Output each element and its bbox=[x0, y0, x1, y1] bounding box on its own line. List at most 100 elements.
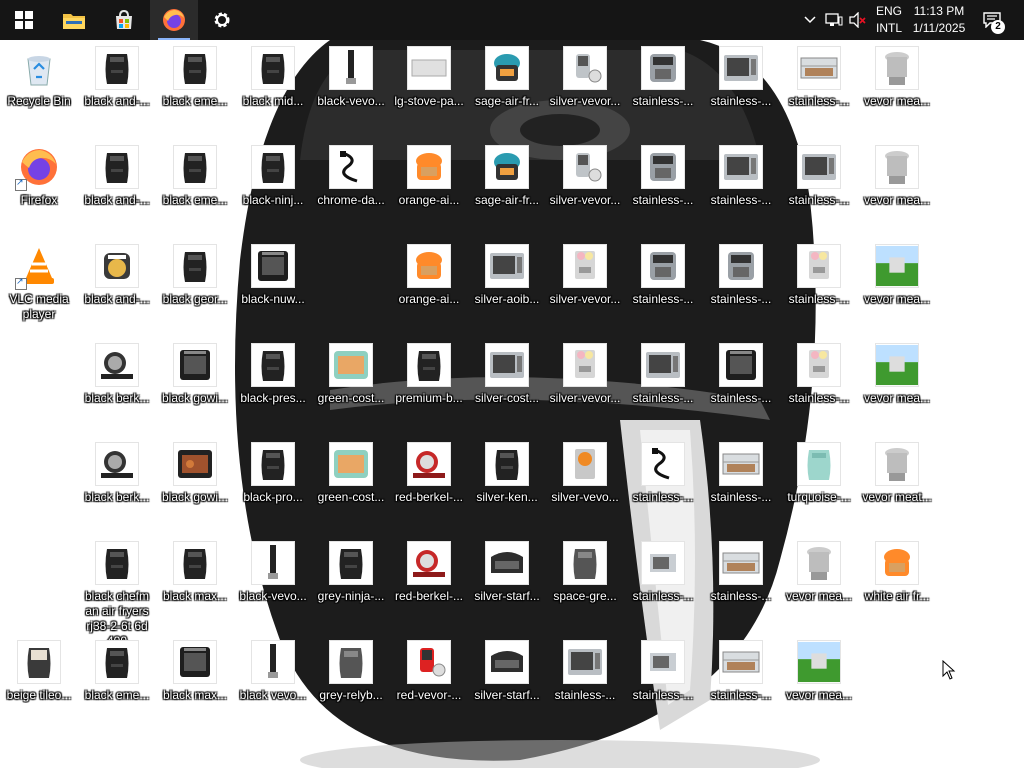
desktop-icon[interactable]: black eme... bbox=[78, 634, 156, 703]
desktop-icon[interactable]: black vevo... bbox=[234, 634, 312, 703]
desktop-icon[interactable]: black max... bbox=[156, 535, 234, 604]
recycle-bin-icon bbox=[17, 46, 61, 90]
desktop-icon[interactable]: sage-air-fr... bbox=[468, 139, 546, 208]
desktop-icon[interactable]: black eme... bbox=[156, 40, 234, 109]
desktop-icon[interactable]: vevor meat... bbox=[858, 436, 936, 505]
network-button[interactable] bbox=[822, 0, 846, 40]
language-indicator[interactable]: ENG INTL bbox=[870, 3, 908, 37]
desktop-icon[interactable]: stainless-... bbox=[624, 238, 702, 307]
desktop-icon[interactable]: black-vevo... bbox=[312, 40, 390, 109]
desktop-icon[interactable]: black eme... bbox=[156, 139, 234, 208]
desktop-icon[interactable]: white air fr... bbox=[858, 535, 936, 604]
desktop-icon[interactable]: silver-vevor... bbox=[546, 238, 624, 307]
desktop-icon[interactable]: stainless-... bbox=[780, 40, 858, 109]
vlc-cone-icon bbox=[15, 244, 61, 290]
desktop-icon[interactable]: stainless-... bbox=[624, 535, 702, 604]
desktop-icon[interactable]: stainless-... bbox=[702, 436, 780, 505]
desktop-icon[interactable]: stainless-... bbox=[624, 139, 702, 208]
desktop-icon[interactable]: black and-... bbox=[78, 139, 156, 208]
image-thumbnail-icon bbox=[407, 46, 451, 90]
microsoft-store-button[interactable] bbox=[100, 0, 148, 40]
image-thumbnail-icon bbox=[563, 442, 607, 486]
desktop-icon[interactable]: chrome-da... bbox=[312, 139, 390, 208]
desktop-icon[interactable]: stainless-... bbox=[546, 634, 624, 703]
desktop-icon[interactable]: vevor mea... bbox=[780, 634, 858, 703]
firefox-taskbar-button[interactable] bbox=[150, 0, 198, 40]
desktop-icon[interactable]: vevor mea... bbox=[858, 238, 936, 307]
desktop-icon[interactable]: turquoise-... bbox=[780, 436, 858, 505]
desktop-icon[interactable]: black gowi... bbox=[156, 436, 234, 505]
desktop-icon[interactable]: green-cost... bbox=[312, 337, 390, 406]
desktop-icon[interactable]: silver-aoib... bbox=[468, 238, 546, 307]
desktop-icon[interactable]: black berk... bbox=[78, 337, 156, 406]
desktop-icon[interactable]: vevor mea... bbox=[858, 337, 936, 406]
desktop-icon[interactable]: stainless-... bbox=[702, 634, 780, 703]
desktop-icon[interactable]: vevor mea... bbox=[858, 40, 936, 109]
desktop-icon[interactable]: stainless-... bbox=[702, 535, 780, 604]
notification-center-button[interactable] bbox=[978, 0, 1006, 40]
desktop-icon[interactable]: silver-starf... bbox=[468, 634, 546, 703]
desktop-icon[interactable]: stainless-... bbox=[780, 238, 858, 307]
desktop-icon[interactable]: space-gre... bbox=[546, 535, 624, 604]
desktop-icon[interactable]: silver-cost... bbox=[468, 337, 546, 406]
desktop-icon[interactable]: silver-vevor... bbox=[546, 337, 624, 406]
desktop-icon[interactable]: orange-ai... bbox=[390, 238, 468, 307]
desktop-icon[interactable]: black gowi... bbox=[156, 337, 234, 406]
desktop-icon[interactable]: black and-... bbox=[78, 40, 156, 109]
desktop-icon[interactable]: black geor... bbox=[156, 238, 234, 307]
desktop-icon[interactable]: stainless-... bbox=[702, 40, 780, 109]
clock[interactable]: 11:13 PM 1/11/2025 bbox=[908, 3, 970, 37]
image-thumbnail-icon bbox=[797, 442, 841, 486]
desktop-icon[interactable]: stainless-... bbox=[702, 337, 780, 406]
desktop-icon[interactable]: black berk... bbox=[78, 436, 156, 505]
desktop-icon[interactable]: green-cost... bbox=[312, 436, 390, 505]
desktop-icon[interactable]: black mid... bbox=[234, 40, 312, 109]
desktop-icon[interactable]: vevor mea... bbox=[780, 535, 858, 604]
desktop-icon[interactable]: black-ninj... bbox=[234, 139, 312, 208]
desktop-icon[interactable]: lg-stove-pa... bbox=[390, 40, 468, 109]
desktop-icon[interactable]: silver-vevor... bbox=[546, 139, 624, 208]
file-explorer-button[interactable] bbox=[50, 0, 98, 40]
desktop-icon[interactable]: black and-... bbox=[78, 238, 156, 307]
desktop-icon[interactable]: red-berkel-... bbox=[390, 436, 468, 505]
desktop-icon[interactable]: black chefm an air fryers rj38-2-6t 6d 4… bbox=[78, 535, 156, 649]
desktop-icon[interactable]: grey-relyb... bbox=[312, 634, 390, 703]
desktop-icon[interactable]: vevor mea... bbox=[858, 139, 936, 208]
desktop-icon[interactable]: silver-ken... bbox=[468, 436, 546, 505]
start-button[interactable] bbox=[0, 0, 48, 40]
desktop-icon[interactable]: silver-vevo... bbox=[546, 436, 624, 505]
desktop-icon[interactable]: stainless-... bbox=[624, 436, 702, 505]
desktop-icon[interactable]: beige tileo... bbox=[0, 634, 78, 703]
desktop-icon[interactable]: sage-air-fr... bbox=[468, 40, 546, 109]
desktop-icon[interactable]: stainless-... bbox=[624, 337, 702, 406]
desktop-icon[interactable]: orange-ai... bbox=[390, 139, 468, 208]
desktop-icon[interactable]: VLC media player bbox=[0, 238, 78, 322]
desktop-icon[interactable]: red-berkel-... bbox=[390, 535, 468, 604]
desktop-icon-label: black-pro... bbox=[243, 490, 303, 504]
desktop-icon[interactable]: black-pres... bbox=[234, 337, 312, 406]
show-hidden-icons-button[interactable] bbox=[800, 0, 820, 40]
desktop: Recycle Bin black and-... black eme... blac… bbox=[0, 40, 1024, 768]
desktop-icon[interactable]: Firefox bbox=[0, 139, 78, 208]
image-thumbnail-icon bbox=[251, 145, 295, 189]
desktop-icon[interactable]: stainless-... bbox=[624, 634, 702, 703]
taskbar: ENG INTL 11:13 PM 1/11/2025 2 bbox=[0, 0, 1024, 40]
desktop-icon[interactable]: grey-ninja-... bbox=[312, 535, 390, 604]
desktop-icon[interactable]: red-vevor-... bbox=[390, 634, 468, 703]
desktop-icon[interactable]: silver-vevor... bbox=[546, 40, 624, 109]
desktop-icon[interactable]: black-pro... bbox=[234, 436, 312, 505]
desktop-icon[interactable]: stainless-... bbox=[780, 337, 858, 406]
desktop-icon[interactable]: stainless-... bbox=[624, 40, 702, 109]
desktop-icon[interactable]: stainless-... bbox=[702, 238, 780, 307]
desktop-icon[interactable]: premium-b... bbox=[390, 337, 468, 406]
desktop-icon[interactable]: Recycle Bin bbox=[0, 40, 78, 109]
desktop-icon[interactable]: silver-starf... bbox=[468, 535, 546, 604]
desktop-icon[interactable]: stainless-... bbox=[780, 139, 858, 208]
desktop-icon[interactable]: black-vevo... bbox=[234, 535, 312, 604]
desktop-icon[interactable]: black-nuw... bbox=[234, 238, 312, 307]
settings-button[interactable] bbox=[198, 0, 246, 40]
desktop-icon[interactable]: stainless-... bbox=[702, 139, 780, 208]
desktop-icon[interactable]: black max... bbox=[156, 634, 234, 703]
windows-logo-icon bbox=[15, 11, 33, 29]
volume-button[interactable] bbox=[848, 0, 868, 40]
